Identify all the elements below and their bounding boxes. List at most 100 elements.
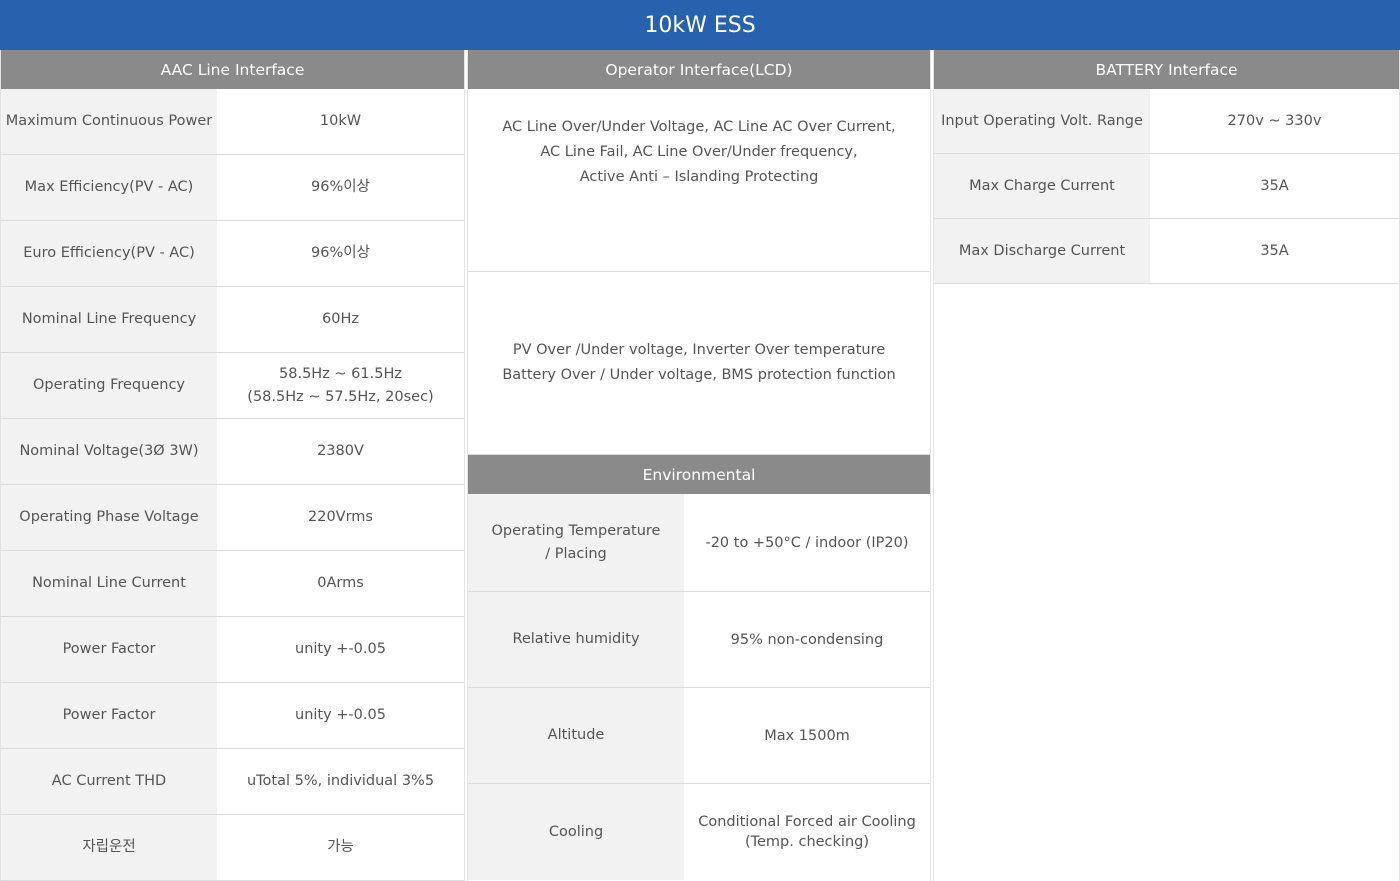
spec-row: Operating Frequency 58.5Hz ~ 61.5Hz (58.… (1, 353, 464, 419)
spec-value: 35A (1150, 219, 1399, 283)
spec-label: Nominal Line Frequency (1, 287, 217, 352)
spec-value-line: (Temp. checking) (744, 834, 870, 850)
ac-line-interface-header: AAC Line Interface (1, 50, 464, 89)
spec-label: Operating Temperature / Placing (468, 494, 684, 591)
spec-value-line: unity +-0.05 (295, 707, 386, 723)
spec-label-line: Operating Temperature (491, 522, 661, 539)
spec-label: Maximum Continuous Power (1, 89, 217, 154)
spec-row: Power Factor unity +-0.05 (1, 683, 464, 749)
spec-row: Relative humidity 95% non-condensing (468, 592, 930, 688)
spec-value-line: 220Vrms (308, 509, 373, 525)
environmental-header-text: Environmental (642, 465, 756, 484)
spec-value-line: 96%이상 (311, 179, 370, 195)
spec-row: Max Charge Current 35A (934, 154, 1399, 219)
spec-value-line: 0Arms (317, 575, 364, 591)
spec-row: AC Current THD uTotal 5%, individual 3%5 (1, 749, 464, 815)
spec-value: Max 1500m (684, 688, 930, 783)
spec-row: Input Operating Volt. Range 270v ~ 330v (934, 89, 1399, 154)
spec-value: 96%이상 (217, 155, 464, 220)
page-title: 10kW ESS (0, 0, 1400, 50)
spec-value-line: 96%이상 (311, 245, 370, 261)
page-title-text: 10kW ESS (644, 12, 756, 38)
battery-interface-header: BATTERY Interface (934, 50, 1399, 89)
spec-label: Power Factor (1, 683, 217, 748)
spec-value: Conditional Forced air Cooling (Temp. ch… (684, 784, 930, 880)
spec-row: Max Discharge Current 35A (934, 219, 1399, 284)
spec-label-line: Relative humidity (512, 631, 640, 647)
spec-value-line: 58.5Hz ~ 61.5Hz (279, 365, 402, 382)
spec-value-line: (58.5Hz ~ 57.5Hz, 20sec) (247, 388, 434, 405)
spec-label: Input Operating Volt. Range (934, 89, 1150, 153)
operator-interface-header: Operator Interface(LCD) (468, 50, 930, 89)
spec-row: Altitude Max 1500m (468, 688, 930, 784)
spec-label: AC Current THD (1, 749, 217, 814)
spec-row: Max Efficiency(PV - AC) 96%이상 (1, 155, 464, 221)
spec-value-line: 가능 (327, 839, 354, 855)
operator-interface-section: Operator Interface(LCD) AC Line Over/Und… (467, 50, 931, 881)
spec-value-line: uTotal 5%, individual 3%5 (246, 773, 435, 789)
spec-label: Nominal Line Current (1, 551, 217, 616)
battery-interface-header-text: BATTERY Interface (1095, 60, 1238, 79)
spec-value: 가능 (217, 815, 464, 880)
spec-row: Maximum Continuous Power 10kW (1, 89, 464, 155)
spec-value-line: unity +-0.05 (295, 641, 386, 657)
protection-line: Active Anti – Islanding Protecting (579, 168, 819, 185)
spec-label: Max Discharge Current (934, 219, 1150, 283)
spec-row: Nominal Line Frequency 60Hz (1, 287, 464, 353)
spec-label: Relative humidity (468, 592, 684, 687)
environmental-header: Environmental (468, 455, 930, 494)
spec-value: 58.5Hz ~ 61.5Hz (58.5Hz ~ 57.5Hz, 20sec) (217, 353, 464, 418)
protection-line: PV Over /Under voltage, Inverter Over te… (512, 342, 886, 358)
spec-value: 95% non-condensing (684, 592, 930, 687)
ac-line-interface-section: AAC Line Interface Maximum Continuous Po… (0, 50, 465, 881)
spec-row: Operating Phase Voltage 220Vrms (1, 485, 464, 551)
spec-label: Max Charge Current (934, 154, 1150, 218)
spec-value-line: 2380V (317, 443, 364, 459)
spec-label: Operating Frequency (1, 353, 217, 418)
spec-label-line: Altitude (547, 727, 605, 743)
spec-value: 10kW (217, 89, 464, 154)
spec-value: 2380V (217, 419, 464, 484)
ac-line-interface-header-text: AAC Line Interface (160, 60, 305, 79)
spec-label: Operating Phase Voltage (1, 485, 217, 550)
spec-label: Nominal Voltage(3Ø 3W) (1, 419, 217, 484)
spec-label-line: Cooling (548, 823, 604, 840)
spec-value: 96%이상 (217, 221, 464, 286)
spec-row: Power Factor unity +-0.05 (1, 617, 464, 683)
spec-value: 35A (1150, 154, 1399, 218)
protection-line: AC Line Fail, AC Line Over/Under frequen… (540, 143, 858, 160)
spec-value-line: Max 1500m (764, 727, 850, 744)
battery-interface-section: BATTERY Interface Input Operating Volt. … (933, 50, 1400, 881)
spec-row: Cooling Conditional Forced air Cooling (… (468, 784, 930, 880)
spec-label: Max Efficiency(PV - AC) (1, 155, 217, 220)
spec-label: Power Factor (1, 617, 217, 682)
spec-row: Nominal Voltage(3Ø 3W) 2380V (1, 419, 464, 485)
spec-label: 자립운전 (1, 815, 217, 880)
spec-value-line: Conditional Forced air Cooling (698, 814, 916, 830)
spec-row: Operating Temperature / Placing -20 to +… (468, 494, 930, 592)
spec-value: 60Hz (217, 287, 464, 352)
spec-label: Cooling (468, 784, 684, 880)
protection-line: Battery Over / Under voltage, BMS protec… (502, 367, 896, 383)
spec-value: uTotal 5%, individual 3%5 (217, 749, 464, 814)
spec-value: 270v ~ 330v (1150, 89, 1399, 153)
operator-interface-header-text: Operator Interface(LCD) (605, 60, 793, 79)
spec-row: Nominal Line Current 0Arms (1, 551, 464, 617)
spec-value-line: 10kW (319, 113, 362, 129)
spec-value: -20 to +50°C / indoor (IP20) (684, 494, 930, 591)
spec-row: 자립운전 가능 (1, 815, 464, 881)
spec-row: Euro Efficiency(PV - AC) 96%이상 (1, 221, 464, 287)
spec-label: Euro Efficiency(PV - AC) (1, 221, 217, 286)
spec-value-line: 60Hz (322, 311, 359, 327)
operator-protection-block: AC Line Over/Under Voltage, AC Line AC O… (468, 89, 930, 272)
operator-protection-block: PV Over /Under voltage, Inverter Over te… (468, 272, 930, 455)
spec-value: unity +-0.05 (217, 683, 464, 748)
protection-line: AC Line Over/Under Voltage, AC Line AC O… (502, 118, 896, 135)
spec-value: 0Arms (217, 551, 464, 616)
spec-value-line: 95% non-condensing (730, 631, 884, 648)
spec-label-line: / Placing (545, 545, 607, 562)
spec-value-line: -20 to +50°C / indoor (IP20) (705, 534, 909, 551)
spec-label: Altitude (468, 688, 684, 783)
spec-value: 220Vrms (217, 485, 464, 550)
spec-value: unity +-0.05 (217, 617, 464, 682)
